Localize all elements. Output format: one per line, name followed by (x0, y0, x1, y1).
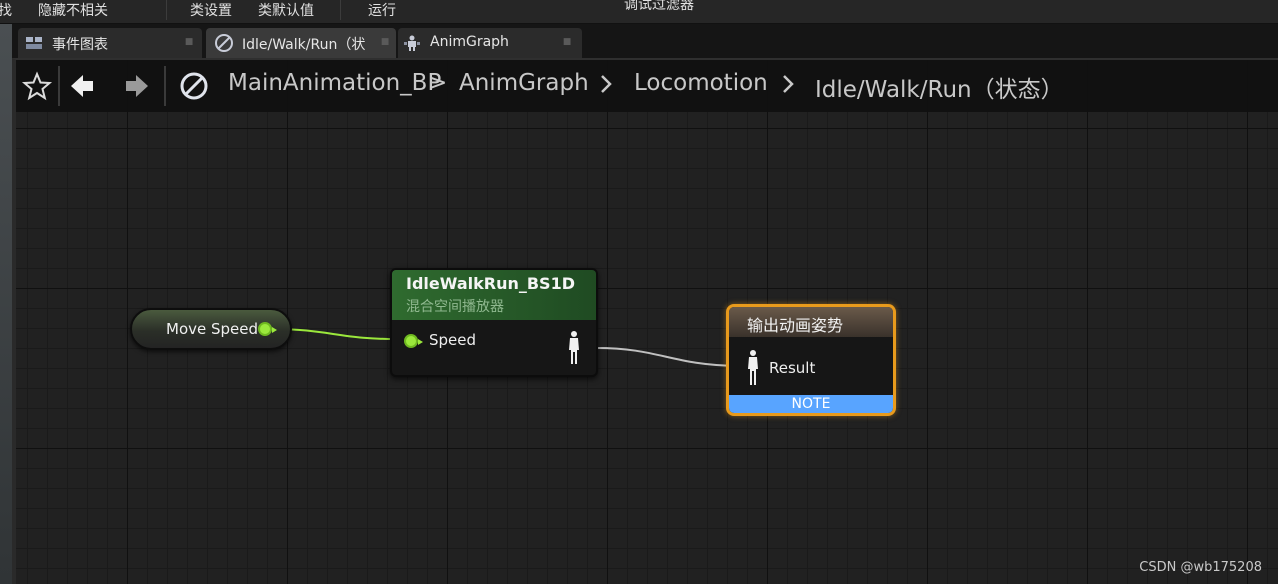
pin-label: Result (769, 359, 816, 377)
node-subtitle: 混合空间播放器 (406, 299, 504, 315)
document-tab-strip: 事件图表 ■ Idle/Walk/Run（状 ■ AnimGraph ■ (0, 24, 1278, 58)
back-arrow-icon[interactable] (67, 70, 99, 102)
node-header: IdleWalkRun_BS1D 混合空间播放器 (392, 270, 596, 320)
tab-event-graph[interactable]: 事件图表 ■ (18, 28, 202, 58)
pin-label: Speed (429, 331, 477, 349)
tab-label: Idle/Walk/Run（状 (242, 37, 366, 53)
toolbar-separator (340, 0, 341, 20)
breadcrumb-item-mainanimation-bp[interactable]: MainAnimation_BP (228, 70, 441, 96)
chevron-right-icon (783, 75, 794, 93)
pose-input-pin-icon[interactable] (745, 349, 761, 387)
toolbar-hide-unrelated-button[interactable]: 隐藏不相关 (38, 0, 108, 19)
breadcrumb-divider (58, 66, 60, 106)
top-toolbar: 找 隐藏不相关 类设置 类默认值 运行 调试过滤器 (0, 0, 1278, 24)
anim-graph-icon (404, 35, 420, 51)
breadcrumb-divider (164, 66, 166, 106)
output-pose-node[interactable]: 输出动画姿势 Result NOTE (726, 304, 896, 416)
tab-label: AnimGraph (430, 34, 509, 50)
left-panel-edge (0, 24, 12, 584)
state-icon (180, 72, 208, 100)
toolbar-find-button[interactable]: 找 (0, 0, 12, 19)
node-title: 输出动画姿势 (747, 316, 844, 335)
toolbar-run-button[interactable]: 运行 (368, 0, 396, 19)
watermark: CSDN @wb175208 (1139, 560, 1262, 575)
breadcrumb-item-idle-walk-run[interactable]: Idle/Walk/Run（状态） (815, 70, 1064, 104)
blendspace-player-node[interactable]: IdleWalkRun_BS1D 混合空间播放器 Speed (390, 268, 598, 377)
forward-arrow-icon[interactable] (120, 70, 152, 102)
node-header: 输出动画姿势 (729, 307, 893, 337)
tab-close-icon[interactable]: ■ (380, 37, 390, 47)
event-graph-icon (26, 37, 42, 49)
move-speed-output-pin[interactable] (258, 322, 277, 336)
tab-idle-walk-run[interactable]: Idle/Walk/Run（状 ■ (206, 28, 396, 58)
note-bar: NOTE (729, 395, 893, 413)
node-label: Move Speed (166, 320, 259, 338)
tab-close-icon[interactable]: ■ (184, 37, 194, 47)
breadcrumb-separator: > (428, 70, 448, 96)
toolbar-class-defaults-button[interactable]: 类默认值 (258, 0, 314, 19)
breadcrumb-item-animgraph[interactable]: AnimGraph (459, 70, 589, 96)
breadcrumb-item-locomotion[interactable]: Locomotion (634, 70, 768, 96)
breadcrumb: MainAnimation_BP > AnimGraph Locomotion … (16, 60, 1278, 112)
speed-input-pin[interactable] (404, 334, 423, 348)
toolbar-debug-filter-dropdown[interactable]: 调试过滤器 (624, 0, 694, 13)
move-speed-variable-node[interactable]: Move Speed (130, 308, 292, 350)
chevron-right-icon (601, 75, 612, 93)
tab-label: 事件图表 (52, 37, 108, 53)
node-title: IdleWalkRun_BS1D (406, 274, 575, 293)
star-icon[interactable] (21, 70, 53, 102)
state-icon (215, 34, 233, 52)
toolbar-separator (166, 0, 167, 20)
pose-output-pin-icon[interactable] (566, 330, 582, 366)
tab-close-icon[interactable]: ■ (562, 37, 572, 47)
toolbar-class-settings-button[interactable]: 类设置 (190, 0, 232, 19)
tab-anim-graph[interactable]: AnimGraph ■ (398, 28, 582, 58)
